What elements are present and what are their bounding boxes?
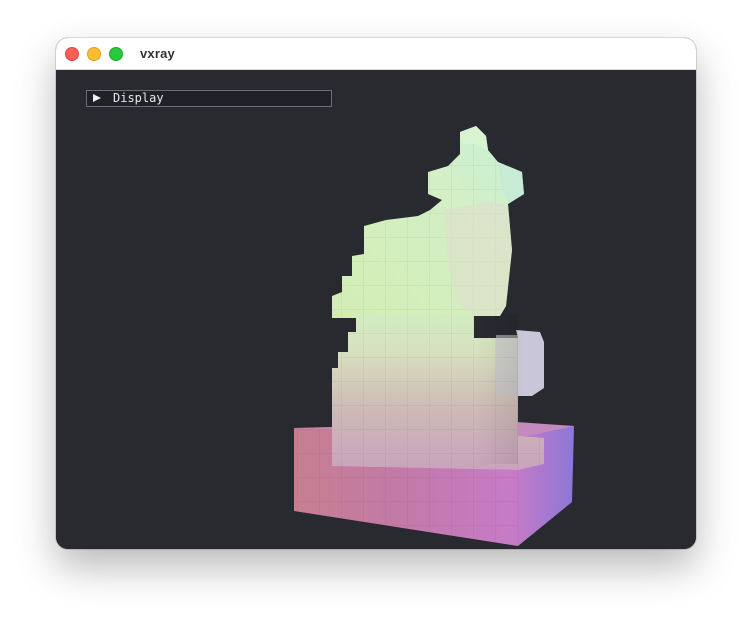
voxel-model-viewport[interactable] [56, 70, 696, 549]
model-head [332, 126, 524, 318]
window-title: vxray [140, 46, 175, 61]
app-window: vxray Display [56, 38, 696, 549]
close-button[interactable] [65, 47, 79, 61]
minimize-button[interactable] [87, 47, 101, 61]
render-area[interactable]: Display [56, 70, 696, 549]
collapsed-arrow-icon[interactable] [93, 94, 101, 102]
maximize-button[interactable] [109, 47, 123, 61]
title-bar[interactable]: vxray [56, 38, 696, 70]
model-body [332, 302, 544, 470]
display-panel-label: Display [113, 91, 164, 105]
display-panel-header[interactable]: Display [86, 90, 332, 107]
